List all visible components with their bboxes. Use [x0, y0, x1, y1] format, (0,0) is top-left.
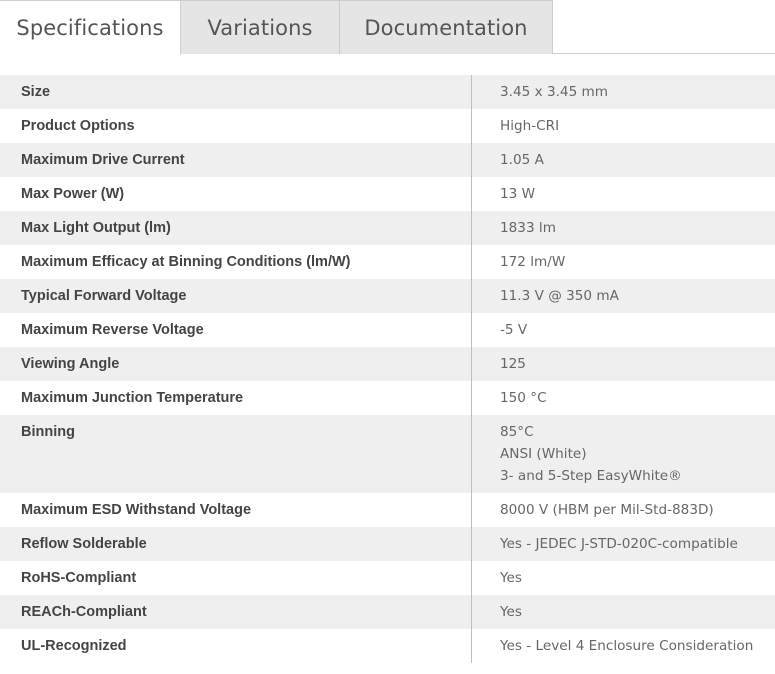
- spec-value-line: Yes - JEDEC J-STD-020C-compatible: [500, 536, 738, 552]
- spec-value: Yes: [472, 561, 775, 595]
- spec-value-line: 11.3 V @ 350 mA: [500, 288, 619, 304]
- spec-value: 3.45 x 3.45 mm: [472, 75, 775, 109]
- spec-value-line: 125: [500, 356, 526, 372]
- table-row: Product Options High-CRI: [0, 109, 775, 143]
- table-row: Maximum Reverse Voltage -5 V: [0, 313, 775, 347]
- table-row: Maximum Junction Temperature 150 °C: [0, 381, 775, 415]
- spec-value-line: High-CRI: [500, 118, 560, 134]
- spec-label: Max Light Output (lm): [0, 211, 472, 245]
- spec-label: Size: [0, 75, 472, 109]
- spec-value-line: 8000 V (HBM per Mil-Std-883D): [500, 502, 714, 518]
- spec-value: Yes - JEDEC J-STD-020C-compatible: [472, 527, 775, 561]
- spec-label: RoHS-Compliant: [0, 561, 472, 595]
- spec-label: Reflow Solderable: [0, 527, 472, 561]
- spec-label: Binning: [0, 415, 472, 493]
- specifications-table: Size 3.45 x 3.45 mm Product Options High-CR…: [0, 75, 775, 663]
- table-row: RoHS-Compliant Yes: [0, 561, 775, 595]
- tab-specifications[interactable]: Specifications: [0, 0, 181, 55]
- spec-value: 150 °C: [472, 381, 775, 415]
- spec-label: REACh-Compliant: [0, 595, 472, 629]
- spec-label: UL-Recognized: [0, 629, 472, 663]
- spec-value: 13 W: [472, 177, 775, 211]
- table-row: Max Light Output (lm) 1833 lm: [0, 211, 775, 245]
- spec-label: Maximum Drive Current: [0, 143, 472, 177]
- spec-value: 125: [472, 347, 775, 381]
- spec-label: Maximum Reverse Voltage: [0, 313, 472, 347]
- table-row: Reflow Solderable Yes - JEDEC J-STD-020C-…: [0, 527, 775, 561]
- table-row: Maximum ESD Withstand Voltage 8000 V (HBM…: [0, 493, 775, 527]
- spec-value-line: ANSI (White): [500, 446, 587, 462]
- spec-value-line: 1833 lm: [500, 220, 556, 236]
- spec-value-line: 85°C: [500, 424, 534, 440]
- spec-value-line: -5 V: [500, 322, 528, 338]
- table-row: REACh-Compliant Yes: [0, 595, 775, 629]
- table-row: Viewing Angle 125: [0, 347, 775, 381]
- spec-value-line: 172 lm/W: [500, 254, 566, 270]
- spec-value: 172 lm/W: [472, 245, 775, 279]
- spec-value-line: 3.45 x 3.45 mm: [500, 84, 609, 100]
- spec-value: -5 V: [472, 313, 775, 347]
- spec-value: High-CRI: [472, 109, 775, 143]
- spec-label: Max Power (W): [0, 177, 472, 211]
- spec-value-line: Yes: [500, 570, 522, 586]
- tab-variations[interactable]: Variations: [180, 0, 340, 54]
- spec-label: Product Options: [0, 109, 472, 143]
- spec-label: Typical Forward Voltage: [0, 279, 472, 313]
- spec-value: Yes: [472, 595, 775, 629]
- table-row: Maximum Drive Current 1.05 A: [0, 143, 775, 177]
- table-row: Typical Forward Voltage 11.3 V @ 350 mA: [0, 279, 775, 313]
- table-row: Binning 85°C ANSI (White) 3- and 5-Step Eas…: [0, 415, 775, 493]
- spec-value-line: 1.05 A: [500, 152, 544, 168]
- table-row: UL-Recognized Yes - Level 4 Enclosure Con…: [0, 629, 775, 663]
- table-row: Maximum Efficacy at Binning Conditions (…: [0, 245, 775, 279]
- spec-value-line: Yes: [500, 604, 522, 620]
- spec-value: 1833 lm: [472, 211, 775, 245]
- spec-value-line: 13 W: [500, 186, 536, 202]
- spec-value: 1.05 A: [472, 143, 775, 177]
- spec-value-line: 3- and 5-Step EasyWhite®: [500, 468, 682, 484]
- spec-value: 11.3 V @ 350 mA: [472, 279, 775, 313]
- spec-value: 85°C ANSI (White) 3- and 5-Step EasyWhite®: [472, 415, 775, 493]
- spec-value-line: 150 °C: [500, 390, 547, 406]
- spec-value-line: Yes - Level 4 Enclosure Consideration: [500, 638, 754, 654]
- spec-label: Maximum Efficacy at Binning Conditions (…: [0, 245, 472, 279]
- spec-label: Viewing Angle: [0, 347, 472, 381]
- table-row: Size 3.45 x 3.45 mm: [0, 75, 775, 109]
- spec-value: Yes - Level 4 Enclosure Consideration: [472, 629, 775, 663]
- spec-value: 8000 V (HBM per Mil-Std-883D): [472, 493, 775, 527]
- tab-bar: Specifications Variations Documentation: [0, 0, 775, 55]
- table-row: Max Power (W) 13 W: [0, 177, 775, 211]
- tab-documentation[interactable]: Documentation: [339, 0, 553, 54]
- spec-label: Maximum Junction Temperature: [0, 381, 472, 415]
- spec-label: Maximum ESD Withstand Voltage: [0, 493, 472, 527]
